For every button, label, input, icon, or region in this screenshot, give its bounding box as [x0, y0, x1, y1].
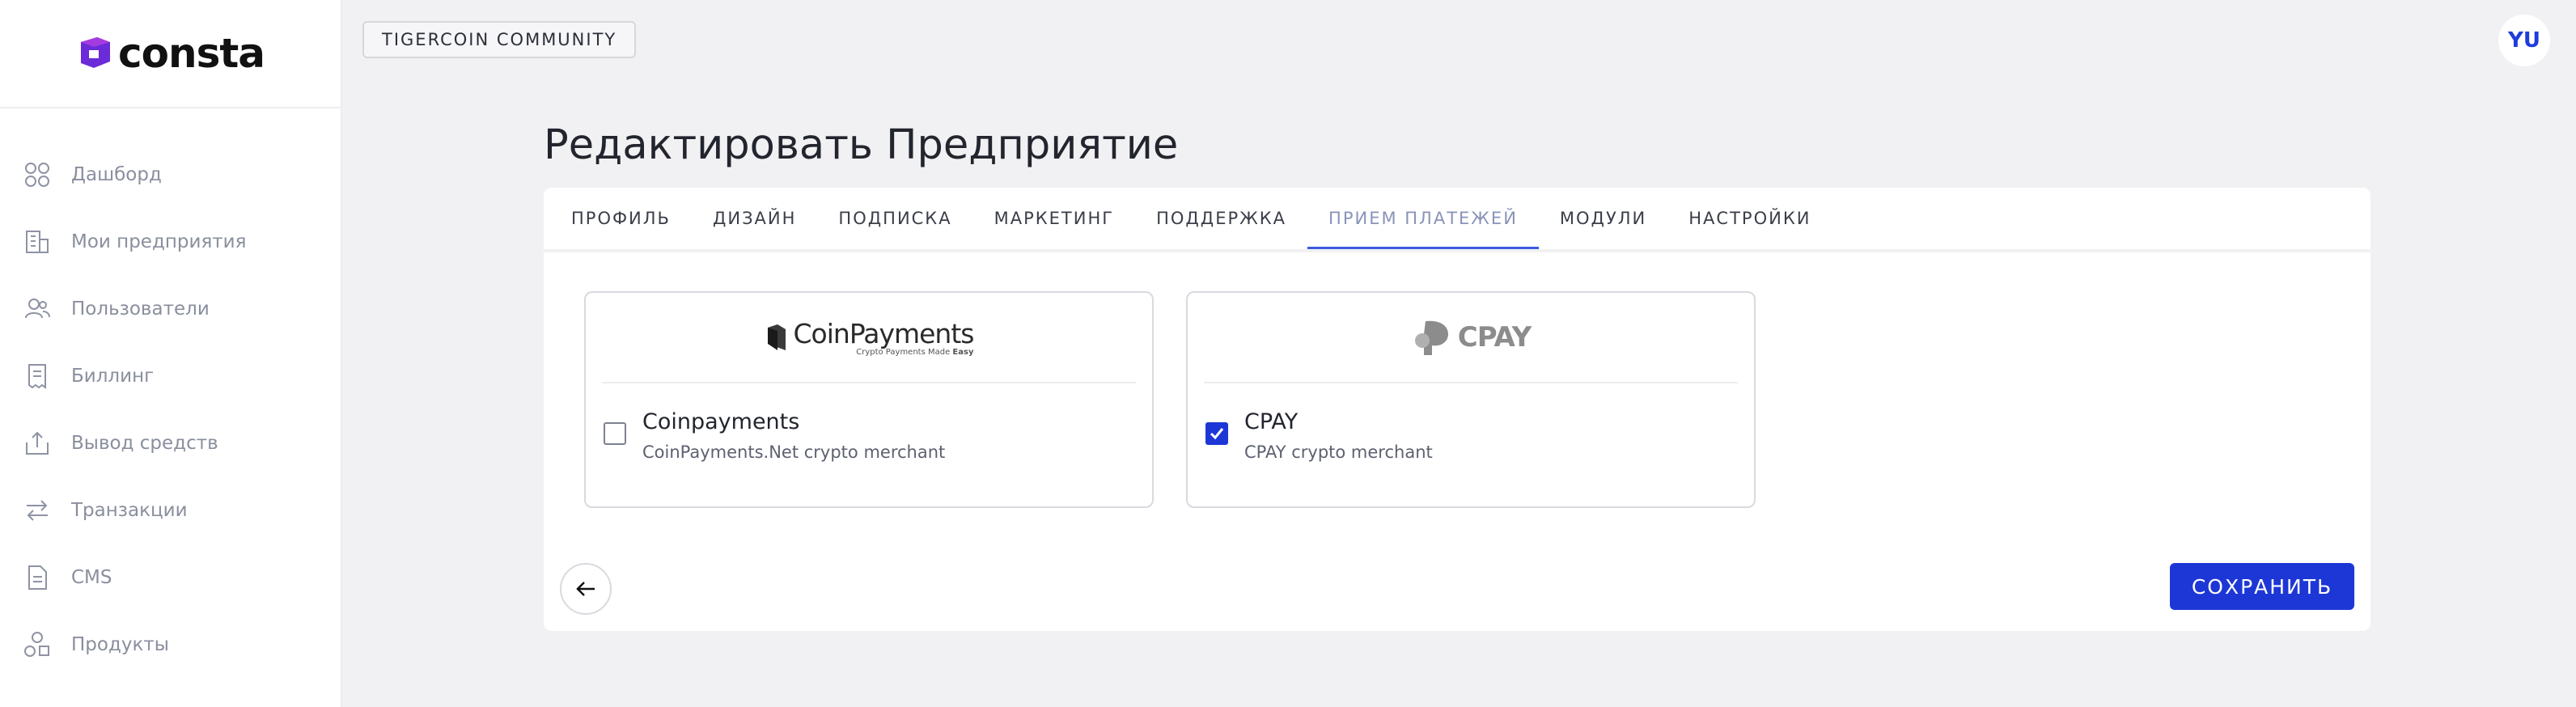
- sidebar-item-label: CMS: [71, 566, 112, 588]
- payments-panel: CoinPayments Crypto Payments Made Easy C…: [544, 252, 2371, 631]
- sidebar-item-label: Дашборд: [71, 163, 162, 185]
- sidebar-item-enterprises[interactable]: Мои предприятия: [0, 208, 341, 275]
- community-selector[interactable]: TIGERCOIN COMMUNITY: [362, 21, 637, 58]
- sidebar-item-transactions[interactable]: Транзакции: [0, 476, 341, 544]
- tab-bar: ПРОФИЛЬ ДИЗАЙН ПОДПИСКА МАРКЕТИНГ ПОДДЕР…: [544, 188, 2371, 249]
- document-icon: [23, 563, 52, 592]
- coinpayments-logo-tagline: Crypto Payments Made Easy: [856, 348, 974, 357]
- consta-logo-icon: [74, 34, 113, 73]
- tab-marketing[interactable]: МАРКЕТИНГ: [973, 188, 1135, 249]
- card-body: CPAY CPAY crypto merchant: [1205, 406, 1433, 462]
- tab-settings[interactable]: НАСТРОЙКИ: [1667, 188, 1832, 249]
- checkmark-icon: [1210, 428, 1224, 440]
- tab-modules[interactable]: МОДУЛИ: [1539, 188, 1667, 249]
- receipt-icon: [23, 362, 52, 391]
- card-logo-area: CoinPayments Crypto Payments Made Easy: [602, 293, 1136, 383]
- sidebar-item-label: Транзакции: [71, 499, 188, 521]
- coinpayments-logo-icon: [767, 324, 786, 350]
- tab-design[interactable]: ДИЗАЙН: [692, 188, 817, 249]
- tab-subscription[interactable]: ПОДПИСКА: [817, 188, 972, 249]
- payment-method-description: CPAY crypto merchant: [1244, 442, 1433, 462]
- logo-text: consta: [118, 30, 265, 77]
- save-button[interactable]: СОХРАНИТЬ: [2170, 563, 2354, 610]
- sidebar-item-label: Биллинг: [71, 365, 155, 387]
- payment-methods-list: CoinPayments Crypto Payments Made Easy C…: [584, 291, 1756, 508]
- sidebar-item-billing[interactable]: Биллинг: [0, 342, 341, 409]
- building-icon: [23, 227, 52, 256]
- card-body: Coinpayments CoinPayments.Net crypto mer…: [604, 406, 945, 462]
- back-button[interactable]: [560, 563, 612, 615]
- avatar[interactable]: YU: [2498, 15, 2550, 66]
- coinpayments-logo-text: CoinPayments: [793, 318, 975, 349]
- shapes-icon: [23, 630, 52, 659]
- page-title: Редактировать Предприятие: [544, 121, 1179, 169]
- sidebar-item-label: Пользователи: [71, 298, 210, 320]
- users-icon: [23, 294, 52, 324]
- sidebar-item-dashboard[interactable]: Дашборд: [0, 141, 341, 208]
- cpay-checkbox[interactable]: [1205, 422, 1228, 445]
- sidebar-item-users[interactable]: Пользователи: [0, 275, 341, 342]
- upload-icon: [23, 429, 52, 458]
- sidebar-item-label: Вывод средств: [71, 432, 218, 454]
- arrow-left-icon: [576, 582, 595, 596]
- cpay-logo-text: CPAY: [1457, 321, 1532, 354]
- payment-method-card-cpay: CPAY CPAY CPAY crypto merchant: [1186, 291, 1756, 508]
- tab-support[interactable]: ПОДДЕРЖКА: [1135, 188, 1307, 249]
- card-logo-area: CPAY: [1204, 293, 1738, 383]
- payment-method-card-coinpayments: CoinPayments Crypto Payments Made Easy C…: [584, 291, 1154, 508]
- sidebar: consta Дашборд Мои предприятия Пользоват…: [0, 0, 341, 707]
- coinpayments-logo: CoinPayments Crypto Payments Made Easy: [765, 318, 974, 357]
- sidebar-item-label: Продукты: [71, 633, 169, 655]
- payment-method-title: CPAY: [1244, 409, 1299, 434]
- logo[interactable]: consta: [0, 0, 341, 108]
- arrows-swap-icon: [23, 496, 52, 525]
- grid-icon: [23, 160, 52, 189]
- tab-payments[interactable]: ПРИЕМ ПЛАТЕЖЕЙ: [1307, 188, 1539, 249]
- cpay-logo-icon: [1414, 320, 1448, 355]
- payment-method-title: Coinpayments: [642, 409, 800, 434]
- sidebar-item-products[interactable]: Продукты: [0, 611, 341, 678]
- coinpayments-checkbox[interactable]: [604, 422, 626, 445]
- sidebar-item-withdraw[interactable]: Вывод средств: [0, 409, 341, 476]
- cpay-logo: CPAY: [1411, 316, 1532, 358]
- payment-method-description: CoinPayments.Net crypto merchant: [642, 442, 946, 462]
- sidebar-nav: Дашборд Мои предприятия Пользователи Бил…: [0, 108, 341, 678]
- sidebar-item-cms[interactable]: CMS: [0, 544, 341, 611]
- tab-profile[interactable]: ПРОФИЛЬ: [550, 188, 692, 249]
- sidebar-item-label: Мои предприятия: [71, 231, 247, 252]
